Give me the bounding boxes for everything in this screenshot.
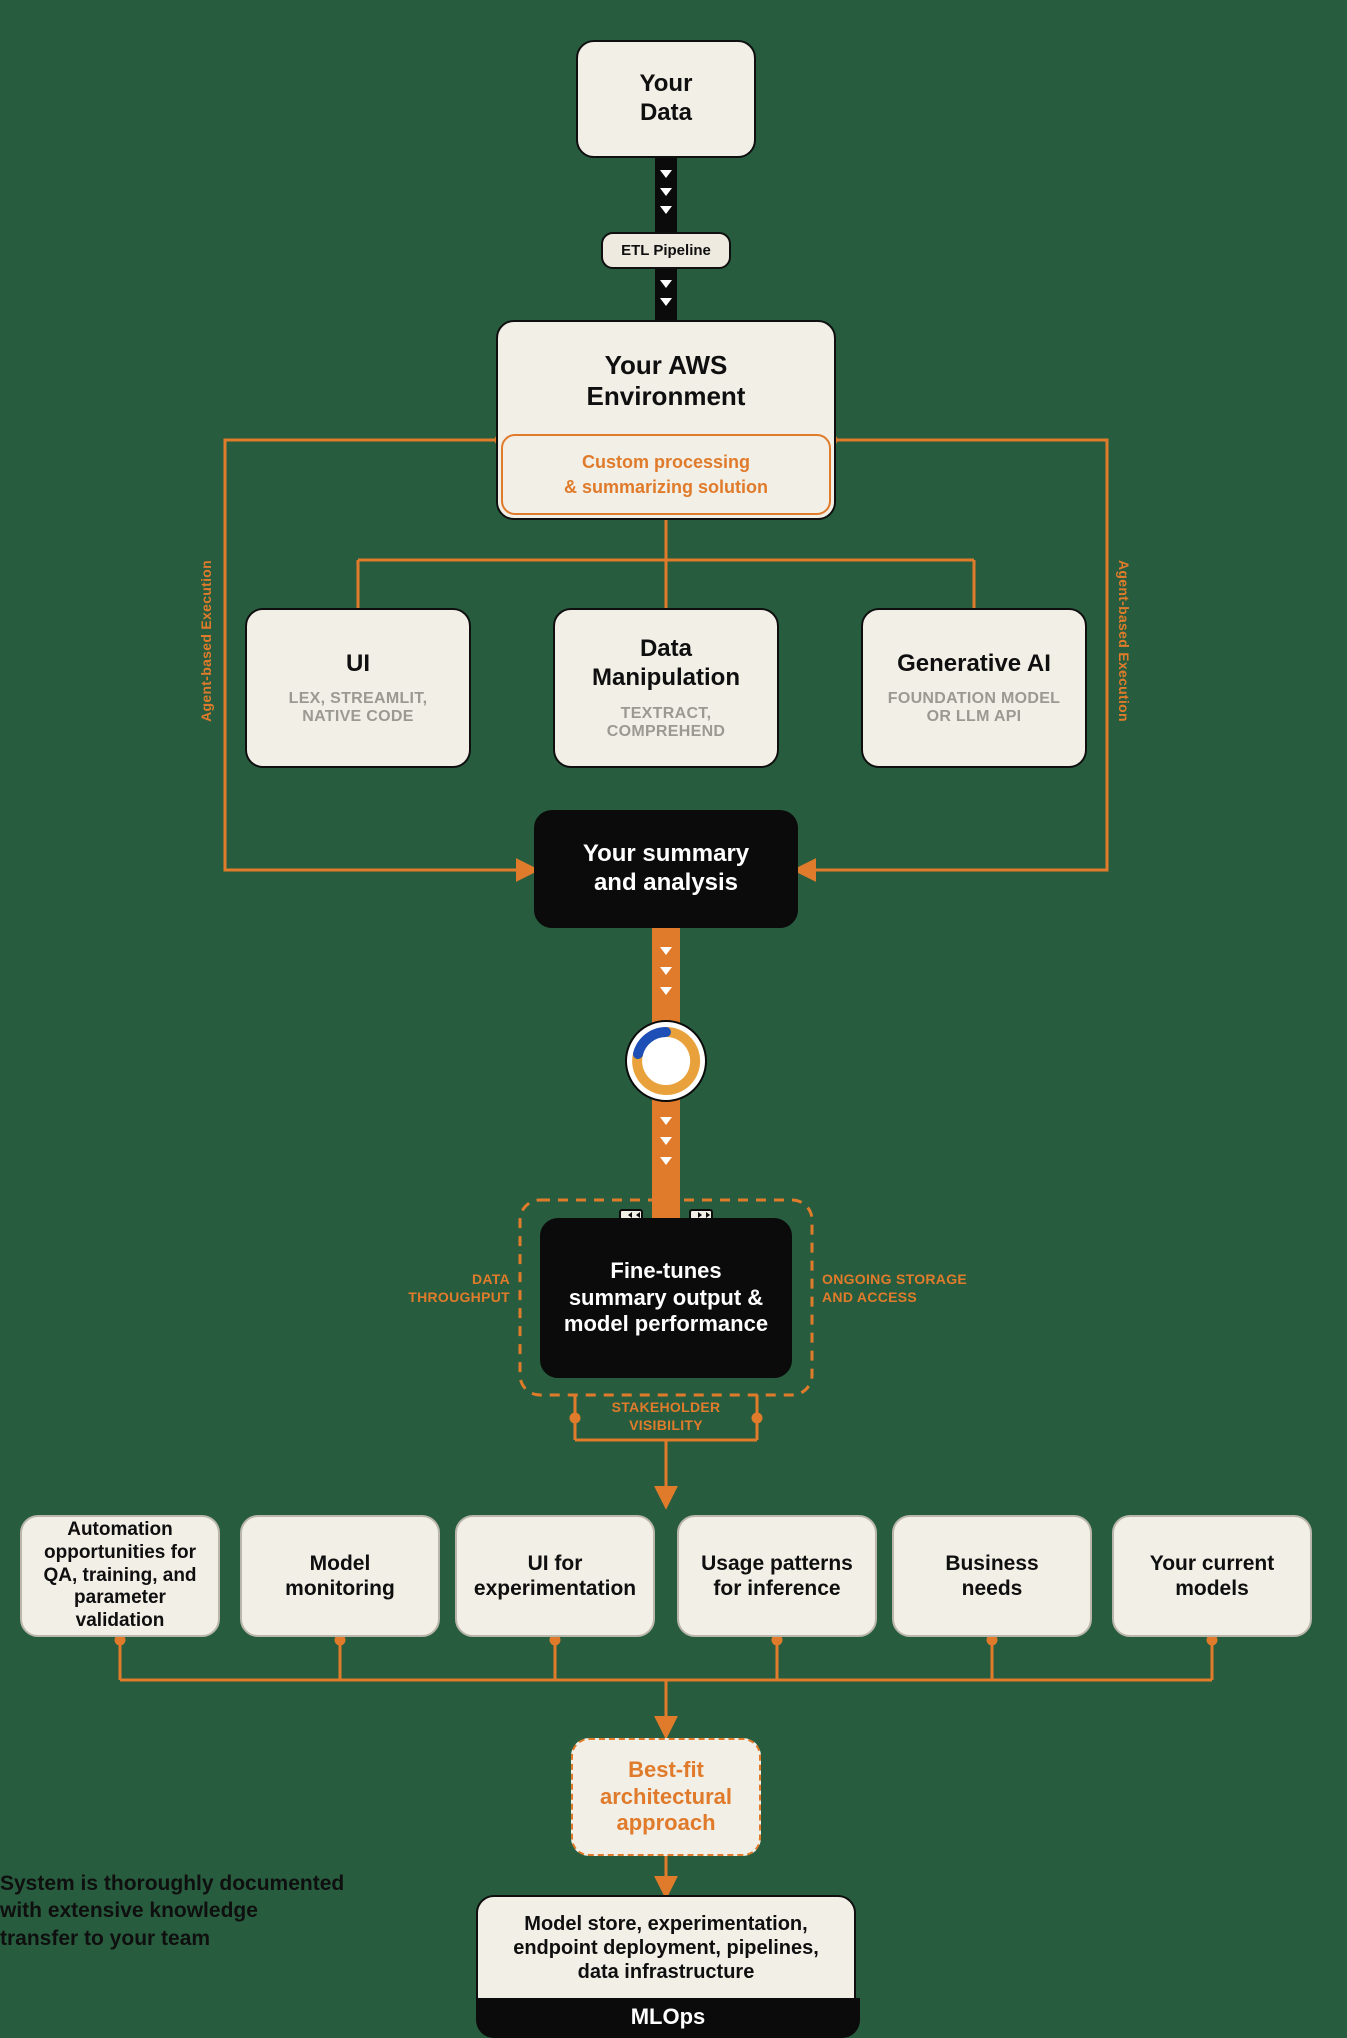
aws-env-inner: Custom processing & summarizing solution	[501, 434, 831, 515]
best-fit-title: Best-fit architectural approach	[600, 1757, 732, 1836]
tag-ongoing-storage: ONGOING STORAGE AND ACCESS	[822, 1270, 992, 1306]
genai-sub: FOUNDATION MODEL OR LLM API	[888, 690, 1061, 726]
node-consider-models: Your current models	[1112, 1515, 1312, 1637]
consider-models: Your current models	[1150, 1551, 1274, 1601]
node-consider-monitoring: Model monitoring	[240, 1515, 440, 1637]
aws-env-title: Your AWS Environment	[587, 350, 746, 412]
footnote: System is thoroughly documented with ext…	[0, 1870, 400, 1952]
node-data-manipulation: Data Manipulation TEXTRACT, COMPREHEND	[553, 608, 779, 768]
node-mlops: Model store, experimentation, endpoint d…	[476, 1895, 856, 2000]
node-best-fit: Best-fit architectural approach	[571, 1738, 761, 1856]
node-summary-analysis: Your summary and analysis	[534, 810, 798, 928]
fine-tunes-title: Fine-tunes summary output & model perfor…	[564, 1258, 768, 1337]
node-consider-ui-exp: UI for experimentation	[455, 1515, 655, 1637]
consider-ui-exp: UI for experimentation	[474, 1551, 636, 1601]
tag-stakeholder: STAKEHOLDER VISIBILITY	[596, 1398, 736, 1434]
tag-data-throughput: DATA THROUGHPUT	[400, 1270, 510, 1306]
consider-usage: Usage patterns for inference	[701, 1551, 853, 1601]
data-manip-sub: TEXTRACT, COMPREHEND	[607, 705, 726, 741]
connectors-layer	[0, 0, 1347, 1998]
consider-monitoring: Model monitoring	[285, 1551, 395, 1601]
label-agent-left: Agent-based Execution	[198, 560, 214, 722]
data-manip-title: Data Manipulation	[592, 635, 740, 693]
node-fine-tunes: Fine-tunes summary output & model perfor…	[540, 1218, 792, 1378]
summary-title: Your summary and analysis	[583, 840, 749, 898]
node-your-data: Your Data	[576, 40, 756, 158]
mlops-footer: MLOps	[476, 1998, 860, 2038]
connector-six-to-bestfit	[116, 1635, 1216, 1735]
your-data-title: Your Data	[640, 70, 693, 128]
node-consider-usage: Usage patterns for inference	[677, 1515, 877, 1637]
connector-etl-to-aws	[655, 268, 677, 324]
mlops-body: Model store, experimentation, endpoint d…	[513, 1912, 819, 1984]
node-generative-ai: Generative AI FOUNDATION MODEL OR LLM AP…	[861, 608, 1087, 768]
logo-medallion	[625, 1020, 707, 1102]
ui-sub: LEX, STREAMLIT, NATIVE CODE	[289, 690, 428, 726]
consider-automation: Automation opportunities for QA, trainin…	[42, 1519, 198, 1633]
ui-title: UI	[346, 650, 370, 679]
connector-data-to-etl	[655, 155, 677, 233]
node-aws-environment: Your AWS Environment Custom processing &…	[496, 320, 836, 520]
node-consider-automation: Automation opportunities for QA, trainin…	[20, 1515, 220, 1637]
genai-title: Generative AI	[897, 650, 1051, 679]
node-ui: UI LEX, STREAMLIT, NATIVE CODE	[245, 608, 471, 768]
node-consider-business: Business needs	[892, 1515, 1092, 1637]
node-etl-pipeline: ETL Pipeline	[601, 232, 731, 269]
label-agent-right: Agent-based Execution	[1116, 560, 1132, 722]
consider-business: Business needs	[945, 1551, 1038, 1601]
